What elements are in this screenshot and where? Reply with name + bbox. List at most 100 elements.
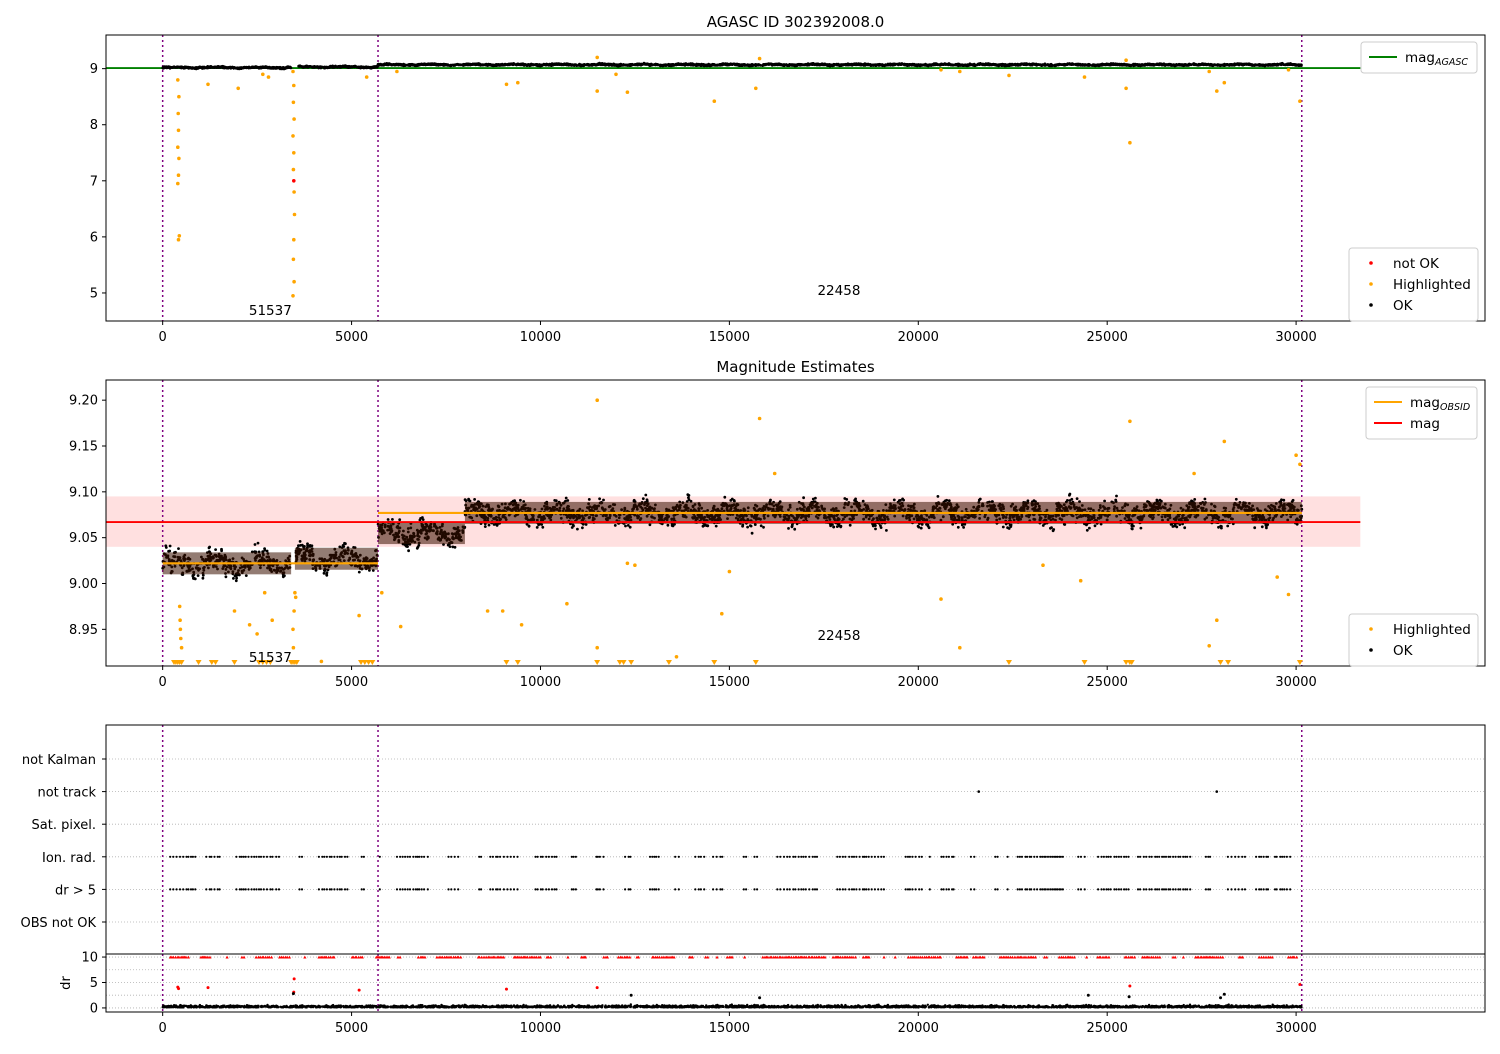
data-point — [1024, 63, 1027, 66]
data-point — [1096, 64, 1099, 67]
data-point — [225, 575, 228, 578]
data-point — [167, 66, 170, 69]
data-point — [627, 64, 630, 67]
data-point — [293, 213, 297, 217]
data-point — [876, 63, 879, 66]
data-point — [640, 63, 643, 66]
data-point — [1164, 64, 1167, 67]
data-point — [783, 63, 786, 66]
data-point — [1144, 63, 1147, 66]
data-point — [292, 238, 296, 242]
data-point — [768, 63, 771, 66]
data-point — [1047, 64, 1050, 67]
data-point — [391, 518, 394, 521]
data-point — [1123, 63, 1126, 66]
data-point — [979, 498, 982, 501]
data-point — [739, 64, 742, 67]
data-point — [261, 73, 265, 77]
legend-mag-agasc: magAGASC — [1361, 42, 1477, 73]
data-point — [987, 62, 990, 65]
data-point — [398, 518, 401, 521]
y-tick-label: 7 — [90, 174, 98, 189]
data-point — [260, 66, 263, 69]
data-point — [431, 63, 434, 66]
data-point — [245, 574, 248, 577]
data-point — [897, 63, 900, 66]
data-point — [192, 67, 195, 70]
data-point — [323, 67, 326, 70]
data-point — [792, 63, 795, 66]
data-point — [1158, 62, 1161, 65]
data-point — [816, 63, 819, 66]
data-point — [754, 87, 758, 91]
data-point — [1218, 64, 1221, 67]
data-point — [1007, 74, 1011, 78]
data-point — [235, 579, 238, 582]
data-point — [954, 64, 957, 67]
data-point — [467, 63, 470, 66]
data-point — [229, 67, 232, 70]
data-point — [423, 63, 426, 66]
data-point — [1125, 63, 1128, 66]
data-point — [1086, 64, 1089, 67]
data-point — [713, 64, 716, 67]
data-point — [569, 63, 572, 66]
obsid-label: 51537 — [249, 303, 292, 319]
data-point — [291, 70, 295, 74]
data-point — [232, 577, 235, 580]
data-point — [292, 168, 296, 172]
data-point — [901, 63, 904, 66]
data-point — [860, 63, 863, 66]
data-point — [802, 496, 805, 499]
data-point — [958, 70, 962, 74]
data-point — [437, 64, 440, 67]
data-point — [206, 67, 209, 70]
data-point — [243, 66, 246, 69]
data-point — [1086, 529, 1089, 532]
data-point — [1224, 64, 1227, 67]
data-point — [910, 63, 913, 66]
data-point — [529, 64, 532, 67]
data-point — [604, 64, 607, 67]
data-point — [208, 66, 211, 69]
data-point — [292, 190, 296, 194]
data-point — [505, 83, 509, 87]
data-point — [966, 63, 969, 66]
data-point — [1223, 81, 1227, 85]
x-tick-label: 30000 — [1275, 330, 1316, 345]
data-point — [176, 66, 179, 69]
data-point — [1267, 63, 1270, 66]
data-point — [524, 64, 527, 67]
data-point — [629, 63, 632, 66]
data-point — [323, 572, 326, 575]
data-point — [832, 63, 835, 66]
data-point — [516, 81, 520, 85]
y-tick-label: 8 — [90, 118, 98, 133]
data-point — [1286, 63, 1289, 66]
data-point — [1261, 64, 1264, 67]
data-point — [1193, 498, 1196, 501]
data-point — [1118, 63, 1121, 66]
data-point — [1140, 527, 1143, 530]
data-point — [292, 151, 296, 155]
data-point — [779, 64, 782, 67]
data-point — [679, 63, 682, 66]
data-point — [891, 64, 894, 67]
data-point — [446, 63, 449, 66]
data-point — [559, 63, 562, 66]
data-point — [1031, 62, 1034, 65]
y-tick-label: 5 — [90, 286, 98, 301]
data-point — [173, 65, 176, 68]
data-point — [369, 66, 372, 69]
data-point — [416, 547, 419, 550]
data-point — [506, 63, 509, 66]
data-point — [736, 63, 739, 66]
data-point — [177, 238, 181, 242]
data-point — [713, 99, 717, 103]
data-point — [728, 63, 731, 66]
data-point — [743, 64, 746, 67]
data-point — [187, 66, 190, 69]
data-point — [614, 63, 617, 66]
data-point — [267, 75, 271, 79]
data-point — [576, 528, 579, 531]
